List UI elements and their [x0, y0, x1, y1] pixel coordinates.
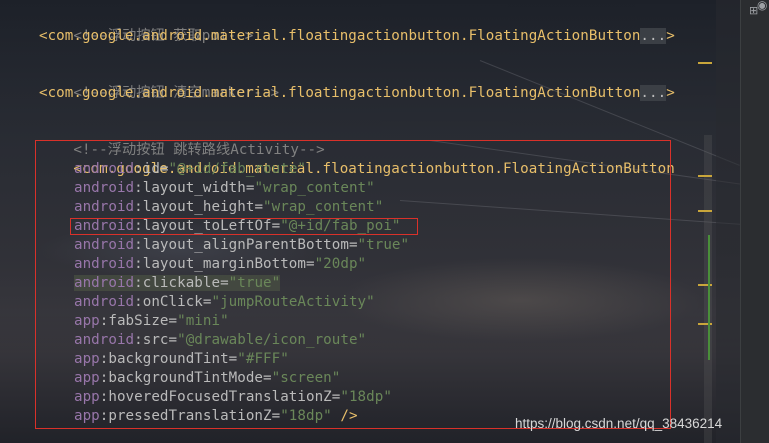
highlight-box-element	[35, 140, 671, 429]
code-editor[interactable]: <!--浮动按钮 获取poi--> <com.google.android.ma…	[0, 0, 716, 443]
xml-tag: <com.google.android.material.floatingact…	[39, 28, 641, 44]
warning-marker[interactable]	[698, 62, 712, 64]
code-line-3: <!--浮动按钮 清空marker-->	[39, 65, 279, 101]
code-line-5: <!--浮动按钮 跳转路线Activity-->	[39, 122, 325, 158]
eye-icon[interactable]: ◉	[757, 0, 767, 12]
fold-placeholder[interactable]: ...	[640, 28, 667, 44]
code-line-4: <com.google.android.material.floatingact…	[39, 84, 675, 103]
xml-tag-close: >	[666, 28, 675, 44]
warning-marker[interactable]	[698, 210, 712, 212]
code-line-1: <!--浮动按钮 获取poi-->	[39, 8, 253, 44]
watermark-text: https://blog.csdn.net/qq_38436214	[515, 416, 723, 431]
right-gutter	[716, 0, 740, 443]
highlight-box-attribute	[70, 218, 418, 235]
vcs-change-bar[interactable]	[708, 235, 710, 360]
warning-marker[interactable]	[698, 175, 712, 177]
fold-placeholder[interactable]: ...	[640, 85, 667, 101]
code-line-2: <com.google.android.material.floatingact…	[39, 27, 675, 46]
right-tool-rail: ⊞ ◉	[740, 0, 769, 443]
xml-tag-close: >	[666, 85, 675, 101]
xml-tag: <com.google.android.material.floatingact…	[39, 85, 641, 101]
